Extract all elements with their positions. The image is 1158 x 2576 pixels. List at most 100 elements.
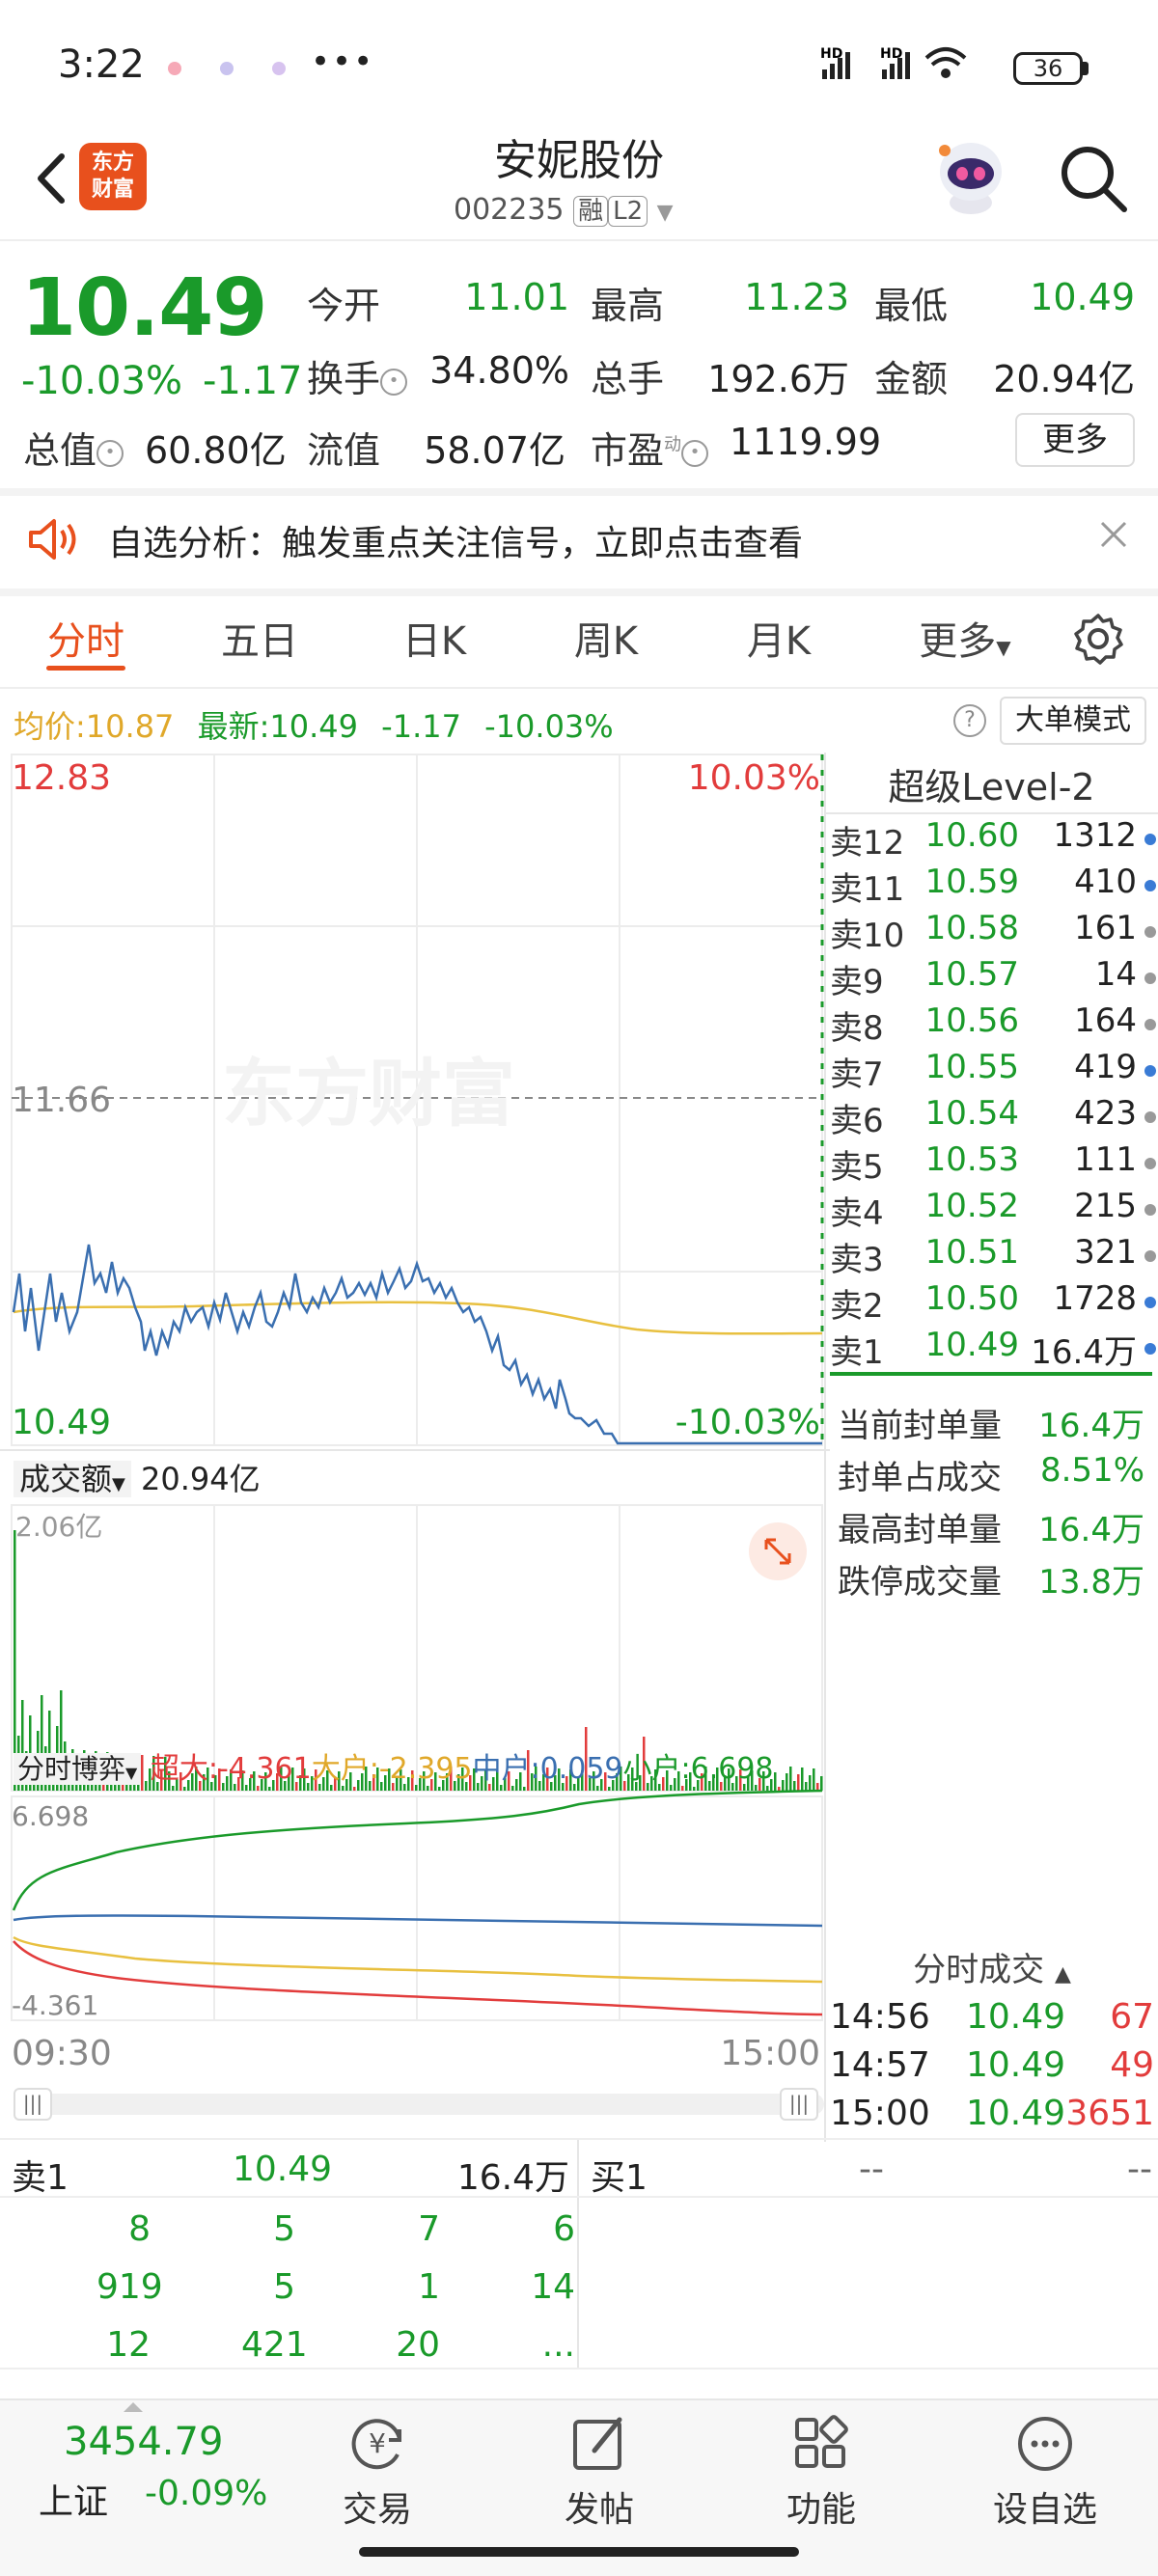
edit-icon <box>573 2417 622 2470</box>
low-label: 最低 <box>874 285 949 327</box>
ask-row[interactable]: 卖5 10.53 111 <box>830 1140 1158 1187</box>
tab-weekly-k[interactable]: 周K <box>553 610 659 666</box>
index-name[interactable]: 上证 <box>39 2474 108 2524</box>
volume-bar <box>793 1781 796 1791</box>
close-icon[interactable] <box>1096 517 1131 552</box>
open-value: 11.01 <box>464 276 569 318</box>
trade-time: 15:00 <box>830 2094 930 2133</box>
trade-volume: 67 <box>1110 1997 1154 2037</box>
intraday-chart[interactable]: 东方财富 12.83 10.03% 11.66 10.49 -10.03% 2.… <box>0 753 830 2103</box>
ask-price: 10.59 <box>924 863 1019 901</box>
order-dot-icon <box>1144 1111 1156 1123</box>
ask-row[interactable]: 卖7 10.55 419 <box>830 1048 1158 1094</box>
column-divider <box>577 2140 579 2368</box>
info-icon[interactable]: • <box>681 439 709 467</box>
ask-row[interactable]: 卖9 10.57 14 <box>830 955 1158 1001</box>
ask-row[interactable]: 卖4 10.52 215 <box>830 1187 1158 1233</box>
y-mid-label: 11.66 <box>12 1081 111 1120</box>
tab-intraday[interactable]: 分时 <box>33 610 139 666</box>
ask-row[interactable]: 卖10 10.58 161 <box>830 909 1158 955</box>
index-pct[interactable]: -0.09% <box>145 2474 267 2513</box>
ask-row[interactable]: 卖11 10.59 410 <box>830 863 1158 909</box>
battery-level: 36 <box>1033 55 1063 82</box>
ask-row[interactable]: 卖6 10.54 423 <box>830 1094 1158 1140</box>
nav-post[interactable]: 发帖 <box>527 2398 672 2532</box>
search-icon[interactable] <box>1055 140 1132 217</box>
tab-daily-k[interactable]: 日K <box>381 610 487 666</box>
nav-add-watchlist[interactable]: 设自选 <box>973 2398 1117 2532</box>
tab-5day[interactable]: 五日 <box>207 610 313 666</box>
notification-icon <box>272 62 286 75</box>
change-percent: -10.03% <box>21 359 182 403</box>
tab-monthly-k[interactable]: 月K <box>726 610 832 666</box>
help-icon[interactable]: ? <box>953 704 986 737</box>
ask-volume: 419 <box>1074 1048 1137 1086</box>
queue-cell: 14 <box>531 2267 575 2307</box>
divider <box>0 2368 1158 2370</box>
flow-super: 超大:-4.361 <box>150 1752 312 1786</box>
ask-row[interactable]: 卖1 10.49 16.4万 <box>830 1326 1158 1372</box>
gear-icon[interactable] <box>1071 612 1125 666</box>
pct-max-label: 10.03% <box>688 758 820 798</box>
nav-trade[interactable]: ¥ 交易 <box>305 2398 450 2532</box>
stock-code-row[interactable]: 002235 融 L2 ▼ <box>454 191 674 227</box>
big-order-mode-button[interactable]: 大单模式 <box>1000 697 1146 745</box>
battery-icon: 36 <box>1013 52 1083 85</box>
nav-functions[interactable]: 功能 <box>749 2398 894 2532</box>
assistant-robot-icon[interactable] <box>931 133 1010 216</box>
flow-selector[interactable]: 分时博弈▼ <box>14 1753 142 1785</box>
order-dot-icon <box>1144 1158 1156 1169</box>
info-icon[interactable]: • <box>96 439 124 467</box>
ask-row[interactable]: 卖2 10.50 1728 <box>830 1279 1158 1326</box>
ask-level-label: 卖3 <box>830 1241 884 1279</box>
speaker-icon <box>29 519 76 560</box>
ask-price: 10.57 <box>924 955 1019 994</box>
info-icon[interactable]: • <box>380 368 408 396</box>
divider <box>0 589 1158 596</box>
time-start-label: 09:30 <box>12 2034 112 2073</box>
l2-tag: L2 <box>608 196 648 227</box>
queue-cell: 12 <box>106 2325 151 2365</box>
order-dot-icon <box>1144 1343 1156 1355</box>
ask-price: 10.58 <box>924 909 1019 947</box>
market-cap-value: 60.80亿 <box>145 429 287 472</box>
bt-sell-volume: 16.4万 <box>456 2158 569 2198</box>
volume-value: 192.6万 <box>707 358 849 400</box>
queue-cell: 1 <box>418 2267 440 2307</box>
notice-text[interactable]: 自选分析：触发重点关注信号，立即点击查看 <box>108 515 803 565</box>
order-dot-icon <box>1144 926 1156 938</box>
volume-bar <box>774 1772 777 1791</box>
turnover-label: 换手 • <box>307 349 408 402</box>
chart-scrollbar[interactable] <box>14 2094 824 2115</box>
expand-up-icon[interactable] <box>124 2402 143 2412</box>
ask-level-label: 卖10 <box>830 917 905 955</box>
float-cap-value: 58.07亿 <box>424 429 565 472</box>
ask-row[interactable]: 卖3 10.51 321 <box>830 1233 1158 1279</box>
volume-bar <box>183 1787 186 1791</box>
more-quote-button[interactable]: 更多 <box>1015 413 1135 467</box>
ask-level-label: 卖7 <box>830 1055 884 1094</box>
scroll-handle-left[interactable]: ||| <box>14 2088 52 2121</box>
ask-volume: 1312 <box>1053 816 1137 855</box>
trades-title[interactable]: 分时成交 ▲ <box>828 1943 1156 1990</box>
scroll-handle-right[interactable]: ||| <box>780 2088 818 2121</box>
queue-cell: 7 <box>418 2209 440 2249</box>
amount-selector[interactable]: 成交额▼ <box>14 1461 131 1497</box>
order-dot-icon <box>1144 1297 1156 1308</box>
trade-volume: 49 <box>1110 2045 1154 2085</box>
order-dot-icon <box>1144 1019 1156 1030</box>
amount-max-label: 2.06亿 <box>15 1511 102 1543</box>
trade-volume: 3651 <box>1065 2094 1154 2133</box>
ask-level-label: 卖5 <box>830 1148 884 1187</box>
open-label: 今开 <box>307 285 381 327</box>
volume-bar <box>782 1780 785 1791</box>
home-indicator[interactable] <box>359 2547 799 2557</box>
volume-bar <box>801 1768 804 1791</box>
ask-row[interactable]: 卖12 10.60 1312 <box>830 816 1158 863</box>
level2-title[interactable]: 超级Level-2 <box>825 757 1158 815</box>
ask-row[interactable]: 卖8 10.56 164 <box>830 1001 1158 1048</box>
caret-down-icon: ▼ <box>996 636 1011 659</box>
index-value[interactable]: 3454.79 <box>64 2420 223 2464</box>
amount-label: 金额 <box>874 358 949 400</box>
tab-more[interactable]: 更多▼ <box>902 610 1028 666</box>
